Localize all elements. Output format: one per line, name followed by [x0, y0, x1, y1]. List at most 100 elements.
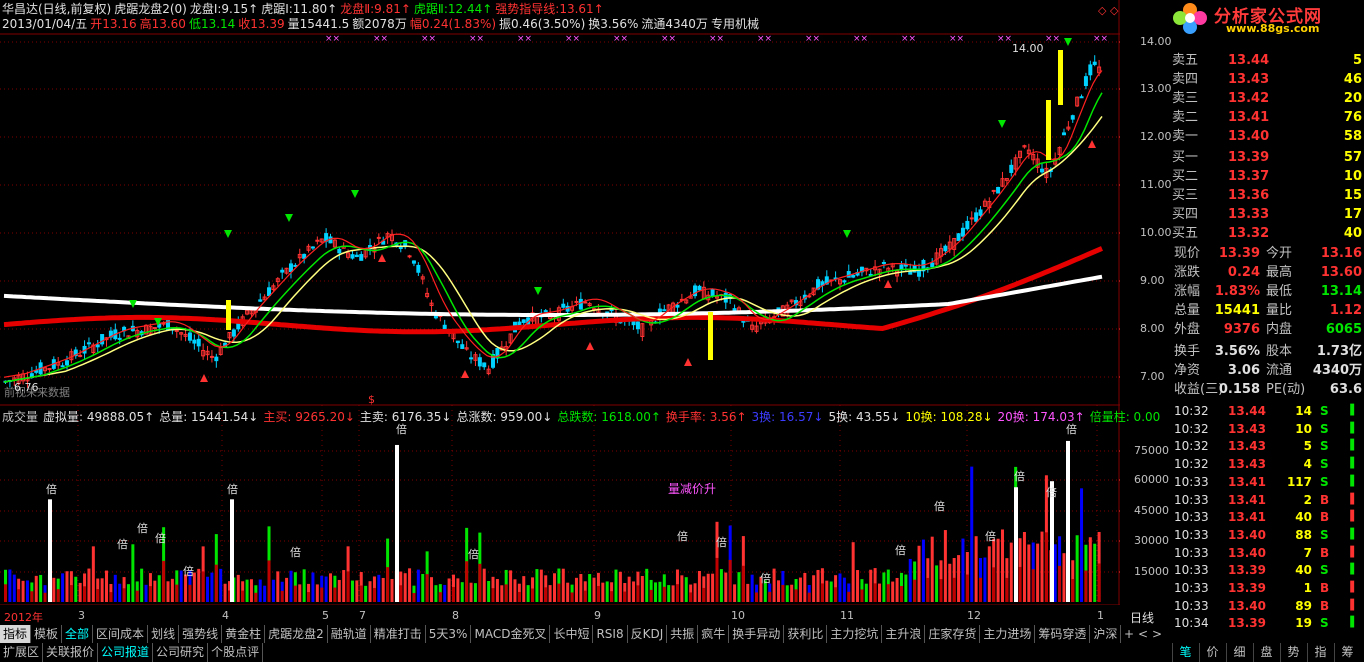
- tick-row[interactable]: 10:33 13.40 7 B ▌: [1170, 544, 1364, 562]
- side-tab[interactable]: 细: [1226, 643, 1252, 662]
- indicator-tab[interactable]: 沪深: [1090, 625, 1122, 643]
- indicator-tab[interactable]: 庄家存货: [925, 625, 981, 643]
- indicator-tab[interactable]: 全部: [62, 625, 94, 643]
- indicator-tab[interactable]: MACD金死叉: [471, 625, 551, 643]
- indicator-tab[interactable]: 换手异动: [729, 625, 785, 643]
- indicator-tab[interactable]: 共振: [667, 625, 699, 643]
- volume-note: 量减价升: [668, 482, 717, 496]
- tab-scroll-button[interactable]: <: [1136, 625, 1150, 643]
- indicator-tab[interactable]: 反KDJ: [628, 625, 668, 643]
- indicator-tab[interactable]: 黄金柱: [222, 625, 266, 643]
- volume-bar: [1080, 488, 1084, 602]
- volume-bar-inner: [1018, 566, 1022, 602]
- volume-tick: 60000: [1134, 473, 1169, 486]
- tab-scroll-button[interactable]: +: [1122, 625, 1136, 643]
- volume-bar: [78, 582, 82, 602]
- buy-order-row[interactable]: 买二 13.37 10: [1170, 167, 1364, 186]
- candle-body: [1070, 115, 1075, 120]
- volume-bar-inner: [399, 585, 403, 602]
- side-tab[interactable]: 盘: [1253, 643, 1279, 662]
- tick-row[interactable]: 10:32 13.43 10 S ▌: [1170, 420, 1364, 438]
- indicator-tab[interactable]: 模板: [31, 625, 63, 643]
- tick-row[interactable]: 10:32 13.43 4 S ▌: [1170, 455, 1364, 473]
- buy-order-row[interactable]: 买一 13.39 57: [1170, 148, 1364, 167]
- tick-row[interactable]: 10:33 13.39 40 S ▌: [1170, 561, 1364, 579]
- vol-head-item-0: 成交量: [2, 410, 39, 424]
- tick-row[interactable]: 10:33 13.40 89 B ▌: [1170, 597, 1364, 615]
- tick-price: 13.41: [1228, 474, 1266, 489]
- volume-bar-inner: [43, 592, 47, 602]
- candle-body: [1009, 164, 1014, 173]
- tab-scroll-button[interactable]: >: [1150, 625, 1164, 643]
- buy-order-row[interactable]: 买四 13.33 17: [1170, 205, 1364, 224]
- indicator-tab[interactable]: 精准打击: [371, 625, 426, 643]
- side-tab[interactable]: 价: [1199, 643, 1225, 662]
- tick-row[interactable]: 10:34 13.39 19 S ▌: [1170, 614, 1364, 632]
- volume-bar: [601, 582, 605, 602]
- tick-row[interactable]: 10:33 13.39 1 B ▌: [1170, 579, 1364, 597]
- tick-row[interactable]: 10:33 13.41 40 B ▌: [1170, 508, 1364, 526]
- volume-bar: [856, 570, 860, 602]
- indicator-tab[interactable]: 疯牛: [698, 625, 730, 643]
- side-tab[interactable]: 筹: [1334, 643, 1360, 662]
- indicator-tab[interactable]: 筹码穿透: [1035, 625, 1091, 643]
- sell-order-row[interactable]: 卖一 13.40 58: [1170, 127, 1364, 146]
- extension-tab[interactable]: 个股点评: [208, 643, 264, 662]
- side-tab[interactable]: 指: [1307, 643, 1333, 662]
- sell-order-row[interactable]: 卖三 13.42 20: [1170, 89, 1364, 108]
- stock-chart[interactable]: ×× ×× ×× ×× ×× ×× ×× ×× ×× ×× ×× ×× ×× ×× ×× ×× ××倍 倍倍倍 倍倍…: [0, 0, 1120, 605]
- volume-bar: [377, 574, 381, 602]
- indicator-tab[interactable]: 5天3%: [426, 625, 472, 643]
- indicator-tab[interactable]: 区间成本: [93, 625, 149, 643]
- indicator-tab[interactable]: 主力进场: [980, 625, 1036, 643]
- indicator-tab[interactable]: RSI8: [593, 625, 628, 643]
- indicator-tab[interactable]: 划线: [148, 625, 180, 643]
- sell-order-row[interactable]: 卖二 13.41 76: [1170, 108, 1364, 127]
- window-control-icon[interactable]: ◇ ◇: [1098, 4, 1118, 17]
- tick-row[interactable]: 10:33 13.41 117 S ▌: [1170, 473, 1364, 491]
- indicator-tab[interactable]: 强势线: [179, 625, 223, 643]
- tick-row[interactable]: 10:33 13.40 88 S ▌: [1170, 526, 1364, 544]
- extension-tab[interactable]: 扩展区: [0, 643, 44, 662]
- volume-bar: [61, 573, 65, 602]
- buy-order-row[interactable]: 买五 13.32 40: [1170, 224, 1364, 243]
- candle-body: [460, 344, 465, 349]
- header2-item-7: 幅0.24(1.83%): [409, 17, 497, 31]
- indicator-tab[interactable]: 虎踞龙盘2: [265, 625, 328, 643]
- sell-order-row[interactable]: 卖五 13.44 5: [1170, 51, 1364, 70]
- volume-multiple-label: 倍: [760, 571, 771, 585]
- stat-label: 外盘: [1174, 322, 1201, 337]
- indicator-tab[interactable]: 主力挖坑: [827, 625, 883, 643]
- header1-item-0: 华昌达(日线,前复权): [2, 2, 112, 16]
- volume-bar: [1009, 542, 1013, 602]
- extension-tab[interactable]: 关联报价: [43, 643, 99, 662]
- extension-tab[interactable]: 公司报道: [98, 643, 154, 662]
- indicator-tab[interactable]: 指标: [0, 625, 32, 643]
- sell-order-row[interactable]: 卖四 13.43 46: [1170, 70, 1364, 89]
- candle-body: [78, 354, 83, 357]
- indicator-tab[interactable]: 获利比: [784, 625, 828, 643]
- extension-tab[interactable]: 公司研究: [153, 643, 209, 662]
- candle-body: [477, 357, 482, 367]
- stat-value: 3.56%: [1214, 344, 1260, 359]
- period-label[interactable]: 日线: [1130, 609, 1154, 626]
- tick-row[interactable]: 10:32 13.44 14 S ▌: [1170, 402, 1364, 420]
- signal-cross-icon: ××: [325, 34, 340, 44]
- tick-row[interactable]: 10:32 13.43 5 S ▌: [1170, 437, 1364, 455]
- volume-bar: [1040, 531, 1044, 602]
- volume-bar: [91, 546, 95, 602]
- stat-value: 4340万: [1312, 363, 1362, 378]
- indicator-tab[interactable]: 融轨道: [328, 625, 371, 643]
- side-tab[interactable]: 笔: [1172, 643, 1198, 662]
- stat-value: 9376: [1223, 322, 1260, 337]
- volume-bar: [21, 580, 25, 602]
- volume-bar: [144, 584, 148, 602]
- indicator-tab[interactable]: 主升浪: [882, 625, 926, 643]
- indicator-tab[interactable]: 长中短: [550, 625, 594, 643]
- volume-bar: [772, 568, 776, 602]
- volume-bar: [140, 568, 144, 602]
- side-tab[interactable]: 势: [1280, 643, 1306, 662]
- tick-price: 13.39: [1228, 581, 1266, 595]
- tick-row[interactable]: 10:33 13.41 2 B ▌: [1170, 491, 1364, 509]
- buy-order-row[interactable]: 买三 13.36 15: [1170, 186, 1364, 205]
